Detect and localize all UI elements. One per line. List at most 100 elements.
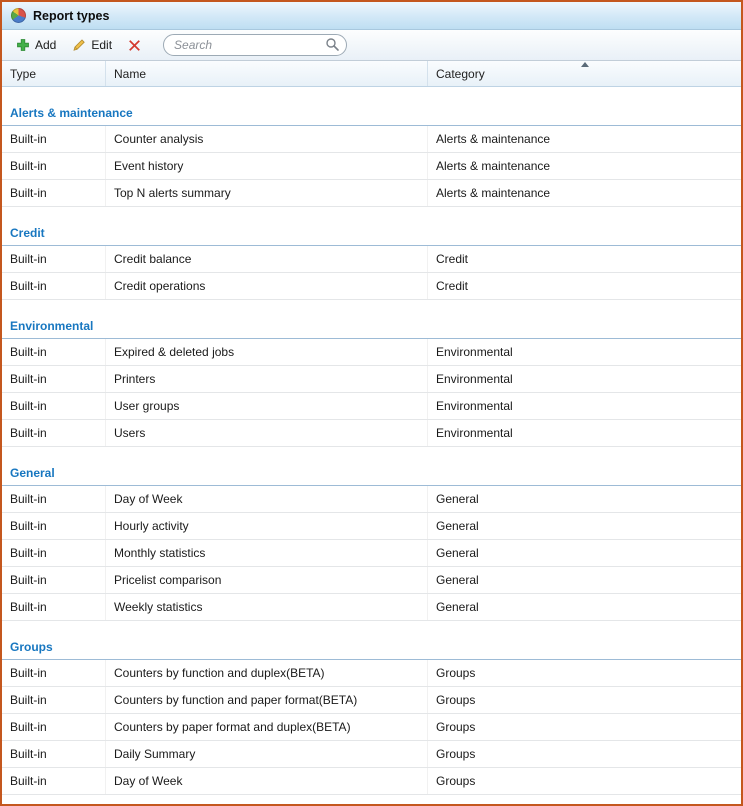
column-header-name-label: Name — [114, 67, 146, 81]
cell-name: Counters by paper format and duplex(BETA… — [105, 714, 427, 740]
group-header[interactable]: Alerts & maintenance — [2, 101, 741, 126]
cell-type: Built-in — [2, 540, 105, 566]
delete-button[interactable] — [120, 35, 149, 56]
titlebar: Report types — [2, 2, 741, 30]
cell-type: Built-in — [2, 660, 105, 686]
cell-name: Counters by function and duplex(BETA) — [105, 660, 427, 686]
table-row[interactable]: Built-inCredit balanceCredit — [2, 246, 741, 273]
cell-type: Built-in — [2, 366, 105, 392]
cell-name: Day of Week — [105, 768, 427, 794]
cell-name: Top N alerts summary — [105, 180, 427, 206]
table-row[interactable]: Built-inCounter analysisAlerts & mainten… — [2, 126, 741, 153]
cell-name: Printers — [105, 366, 427, 392]
cell-type: Built-in — [2, 153, 105, 179]
cell-name: Credit balance — [105, 246, 427, 272]
cell-category: Credit — [427, 246, 741, 272]
table-row[interactable]: Built-inUsersEnvironmental — [2, 420, 741, 447]
table-row[interactable]: Built-inCounters by paper format and dup… — [2, 714, 741, 741]
cell-category: Alerts & maintenance — [427, 180, 741, 206]
table-row[interactable]: Built-inDay of WeekGeneral — [2, 486, 741, 513]
cell-category: General — [427, 567, 741, 593]
table-row[interactable]: Built-inExpired & deleted jobsEnvironmen… — [2, 339, 741, 366]
add-button-label: Add — [35, 38, 56, 52]
table-row[interactable]: Built-inDaily SummaryGroups — [2, 741, 741, 768]
table-row[interactable]: Built-inHourly activityGeneral — [2, 513, 741, 540]
table-row[interactable]: Built-inPrintersEnvironmental — [2, 366, 741, 393]
cell-name: Counters by function and paper format(BE… — [105, 687, 427, 713]
cell-category: General — [427, 513, 741, 539]
cell-name: Daily Summary — [105, 741, 427, 767]
cell-category: General — [427, 486, 741, 512]
cell-category: Alerts & maintenance — [427, 126, 741, 152]
group-header[interactable]: General — [2, 461, 741, 486]
cell-category: Environmental — [427, 393, 741, 419]
grid-body: Alerts & maintenanceBuilt-inCounter anal… — [2, 87, 741, 804]
table-row[interactable]: Built-inMonthly statisticsGeneral — [2, 540, 741, 567]
search-input[interactable] — [163, 34, 347, 56]
column-headers: Type Name Category — [2, 61, 741, 87]
table-row[interactable]: Built-inDay of WeekGroups — [2, 768, 741, 795]
cell-category: General — [427, 540, 741, 566]
column-header-category-label: Category — [436, 67, 485, 81]
cell-category: Environmental — [427, 366, 741, 392]
group-header[interactable]: Credit — [2, 221, 741, 246]
column-header-type[interactable]: Type — [2, 61, 105, 86]
table-row[interactable]: Built-inUser groupsEnvironmental — [2, 393, 741, 420]
cell-type: Built-in — [2, 273, 105, 299]
sort-ascending-arrow-icon — [581, 62, 589, 67]
table-row[interactable]: Built-inCounters by function and paper f… — [2, 687, 741, 714]
red-x-icon — [128, 39, 141, 52]
cell-type: Built-in — [2, 768, 105, 794]
cell-type: Built-in — [2, 420, 105, 446]
cell-type: Built-in — [2, 180, 105, 206]
group-section: GroupsBuilt-inCounters by function and d… — [2, 635, 741, 795]
column-header-type-label: Type — [10, 67, 36, 81]
cell-type: Built-in — [2, 594, 105, 620]
cell-name: Pricelist comparison — [105, 567, 427, 593]
table-row[interactable]: Built-inCounters by function and duplex(… — [2, 660, 741, 687]
report-types-window: Report types Add Edit Ty — [0, 0, 743, 806]
cell-type: Built-in — [2, 486, 105, 512]
table-row[interactable]: Built-inEvent historyAlerts & maintenanc… — [2, 153, 741, 180]
cell-type: Built-in — [2, 513, 105, 539]
cell-name: Counter analysis — [105, 126, 427, 152]
cell-category: Groups — [427, 768, 741, 794]
cell-category: Groups — [427, 741, 741, 767]
table-row[interactable]: Built-inPricelist comparisonGeneral — [2, 567, 741, 594]
cell-type: Built-in — [2, 714, 105, 740]
group-header[interactable]: Groups — [2, 635, 741, 660]
cell-category: Alerts & maintenance — [427, 153, 741, 179]
toolbar: Add Edit — [2, 30, 741, 61]
cell-name: Weekly statistics — [105, 594, 427, 620]
cell-name: Hourly activity — [105, 513, 427, 539]
cell-category: Groups — [427, 660, 741, 686]
cell-name: Day of Week — [105, 486, 427, 512]
group-header[interactable]: Environmental — [2, 314, 741, 339]
cell-type: Built-in — [2, 567, 105, 593]
edit-button[interactable]: Edit — [64, 34, 120, 56]
cell-type: Built-in — [2, 687, 105, 713]
cell-category: Groups — [427, 687, 741, 713]
edit-button-label: Edit — [91, 38, 112, 52]
table-row[interactable]: Built-inWeekly statisticsGeneral — [2, 594, 741, 621]
table-row[interactable]: Built-inCredit operationsCredit — [2, 273, 741, 300]
cell-type: Built-in — [2, 741, 105, 767]
table-row[interactable]: Built-inTop N alerts summaryAlerts & mai… — [2, 180, 741, 207]
add-button[interactable]: Add — [8, 34, 64, 56]
group-section: EnvironmentalBuilt-inExpired & deleted j… — [2, 314, 741, 447]
pie-chart-icon — [11, 8, 26, 23]
cell-category: Groups — [427, 714, 741, 740]
cell-name: Monthly statistics — [105, 540, 427, 566]
window-title: Report types — [33, 9, 109, 23]
group-section: Alerts & maintenanceBuilt-inCounter anal… — [2, 101, 741, 207]
column-header-name[interactable]: Name — [105, 61, 427, 86]
cell-name: User groups — [105, 393, 427, 419]
cell-category: Environmental — [427, 339, 741, 365]
cell-type: Built-in — [2, 393, 105, 419]
cell-name: Users — [105, 420, 427, 446]
group-section: CreditBuilt-inCredit balanceCreditBuilt-… — [2, 221, 741, 300]
search-box — [163, 34, 347, 56]
cell-name: Credit operations — [105, 273, 427, 299]
column-header-category[interactable]: Category — [427, 61, 741, 86]
search-icon[interactable] — [325, 37, 340, 52]
